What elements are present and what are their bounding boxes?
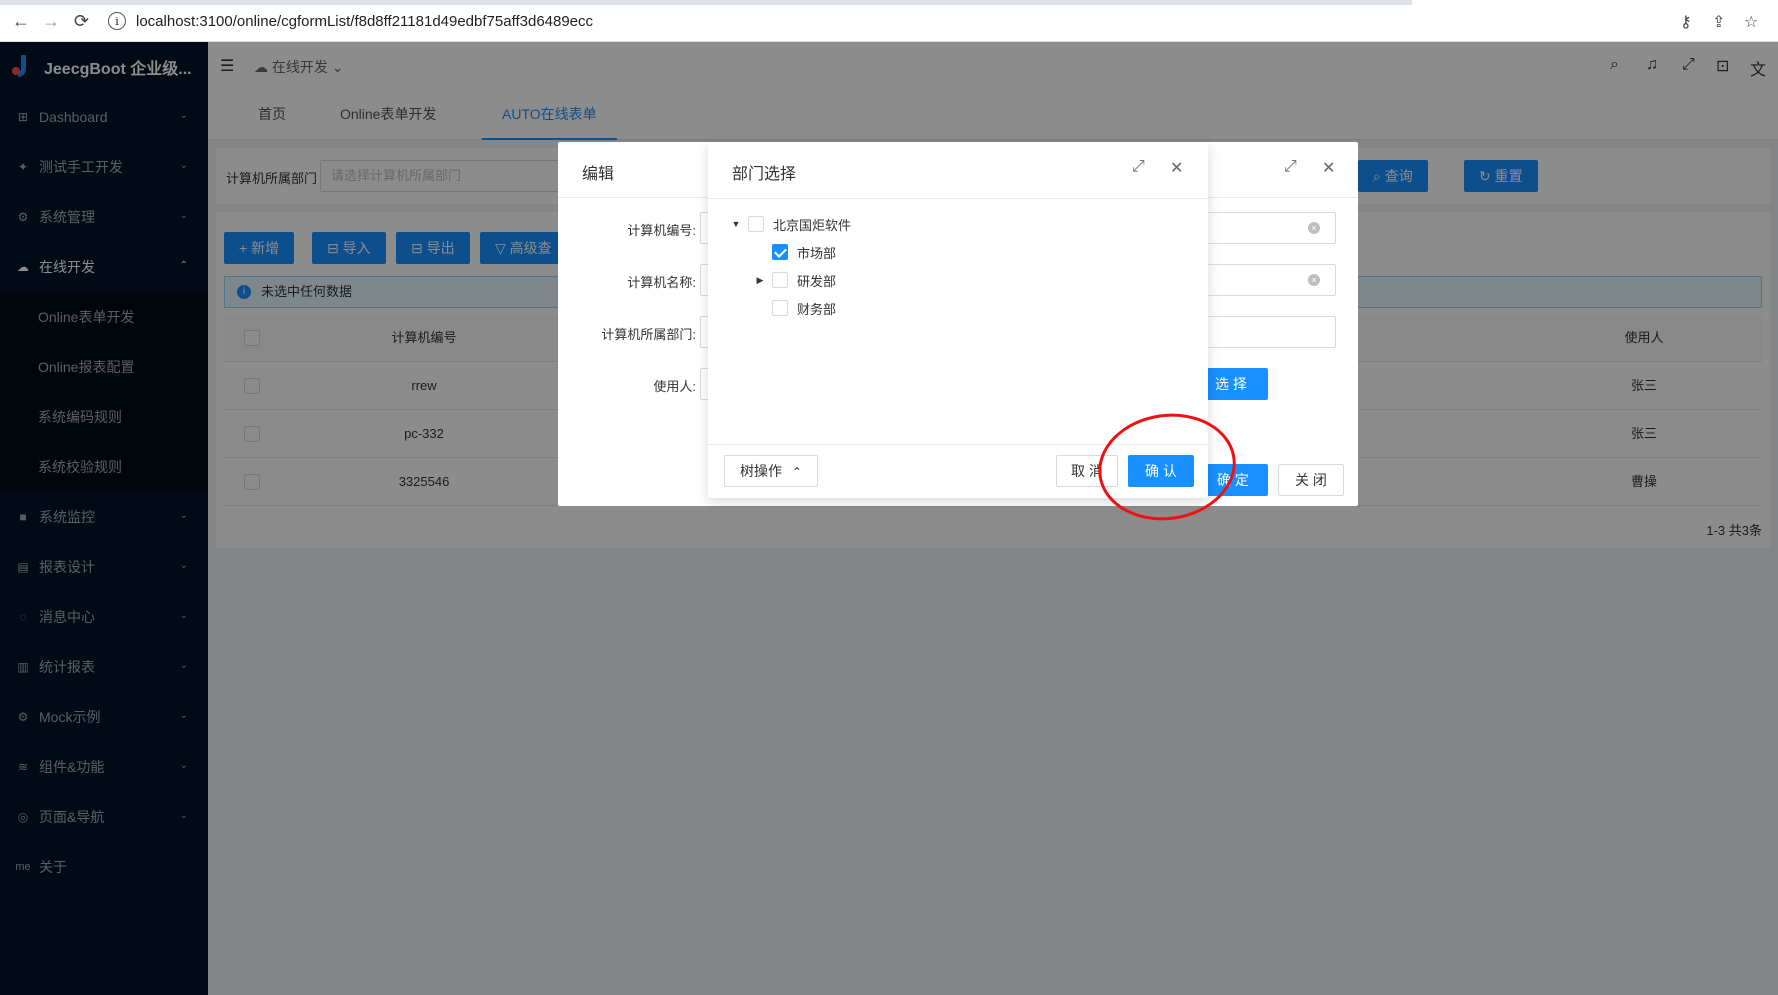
tree-checkbox[interactable] bbox=[772, 300, 788, 316]
tab-strip bbox=[0, 0, 1412, 5]
tree-checkbox[interactable] bbox=[772, 244, 788, 260]
tree-node-label: 财务部 bbox=[797, 301, 837, 317]
tree-node-rd[interactable]: ▶ 研发部 bbox=[754, 268, 836, 292]
confirm-button[interactable]: 确 认 bbox=[1128, 455, 1194, 487]
code-input-tail[interactable]: × bbox=[1208, 212, 1336, 244]
tree-node-label: 研发部 bbox=[797, 273, 837, 289]
tree-node-root[interactable]: ▼ 北京国炬软件 bbox=[730, 212, 851, 236]
forward-icon[interactable]: → bbox=[42, 11, 60, 32]
address-bar[interactable]: i localhost:3100/online/cgformList/f8d8f… bbox=[108, 6, 1408, 36]
bookmark-star-icon[interactable]: ☆ bbox=[1744, 12, 1758, 32]
edit-modal-title: 编辑 bbox=[582, 166, 615, 183]
field-label-code: 计算机编号: bbox=[627, 223, 696, 238]
field-label-dept: 计算机所属部门: bbox=[601, 327, 696, 342]
close-icon[interactable]: ✕ bbox=[1322, 158, 1335, 178]
dept-input-tail[interactable] bbox=[1208, 316, 1336, 348]
tree-node-label: 北京国炬软件 bbox=[773, 217, 852, 233]
caret-right-icon[interactable]: ▶ bbox=[754, 275, 766, 286]
site-info-icon[interactable]: i bbox=[108, 12, 126, 30]
fullscreen-icon[interactable]: ⤢ bbox=[1132, 158, 1145, 176]
dept-select-modal: 部门选择 ⤢ ✕ ▼ 北京国炬软件 市场部 ▶ 研发部 财务部 树操作 ⌃ 取 … bbox=[708, 142, 1208, 498]
field-label-name: 计算机名称: bbox=[627, 275, 696, 290]
tree-node-label: 市场部 bbox=[797, 245, 837, 261]
key-icon[interactable]: ⚷ bbox=[1680, 12, 1692, 32]
field-label-user: 使用人: bbox=[653, 379, 696, 394]
dept-modal-title: 部门选择 bbox=[732, 166, 797, 183]
tree-node-market[interactable]: 市场部 bbox=[754, 240, 836, 264]
tree-ops-button[interactable]: 树操作 ⌃ bbox=[724, 455, 818, 487]
reload-icon[interactable]: ⟳ bbox=[74, 11, 89, 32]
cancel-button[interactable]: 取 消 bbox=[1056, 455, 1118, 487]
close-button[interactable]: 关 闭 bbox=[1278, 464, 1344, 496]
url-text: localhost:3100/online/cgformList/f8d8ff2… bbox=[136, 12, 594, 30]
tree-checkbox[interactable] bbox=[748, 216, 764, 232]
ok-button[interactable]: 确 定 bbox=[1198, 464, 1268, 496]
tree-node-finance[interactable]: 财务部 bbox=[754, 296, 836, 320]
share-icon[interactable]: ⇪ bbox=[1712, 12, 1725, 32]
clear-icon[interactable]: × bbox=[1308, 222, 1320, 234]
close-icon[interactable]: ✕ bbox=[1170, 158, 1183, 178]
back-icon[interactable]: ← bbox=[12, 11, 30, 32]
browser-bar: ← → ⟳ i localhost:3100/online/cgformList… bbox=[0, 0, 1778, 42]
caret-down-icon[interactable]: ▼ bbox=[730, 219, 742, 229]
tree-checkbox[interactable] bbox=[772, 272, 788, 288]
name-input-tail[interactable]: × bbox=[1208, 264, 1336, 296]
chevron-up-icon: ⌃ bbox=[791, 465, 802, 479]
fullscreen-icon[interactable]: ⤢ bbox=[1284, 158, 1297, 176]
clear-icon[interactable]: × bbox=[1308, 274, 1320, 286]
